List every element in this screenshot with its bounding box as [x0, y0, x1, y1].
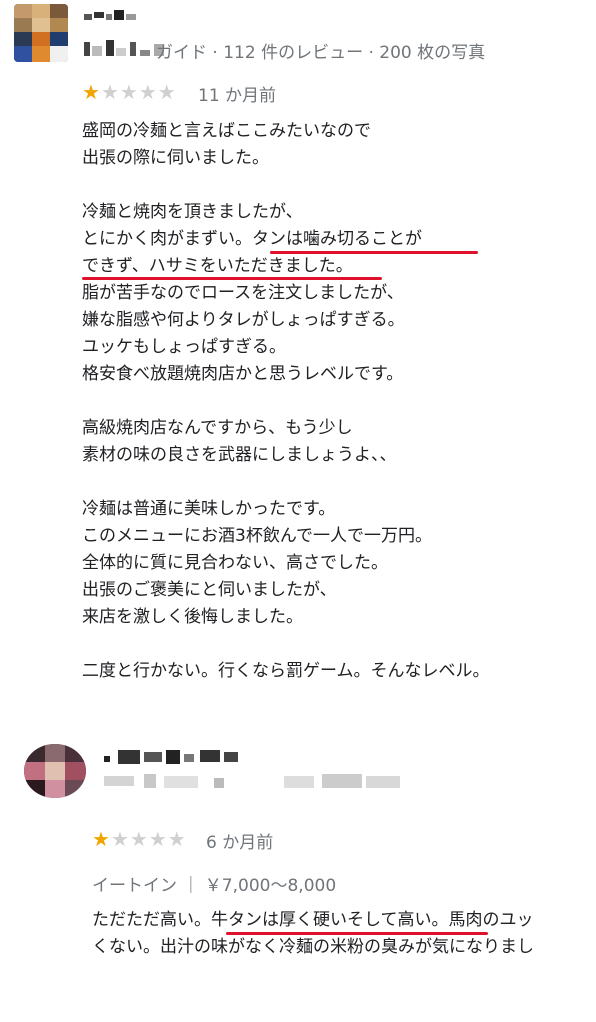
star-icon-empty: ★ — [129, 827, 148, 851]
review-line: 盛岡の冷麺と言えばここみたいなので — [82, 121, 371, 141]
service-price-info: イートイン ｜ ￥7,000～8,000 — [92, 876, 337, 896]
review-line: このメニューにお酒3杯飲んで一人で一万円。 — [82, 526, 432, 546]
star-rating: ★ ★ ★ ★ ★ — [82, 82, 176, 102]
review-blank-line — [82, 388, 582, 415]
highlight-underline — [226, 932, 488, 935]
review-line: 格安食べ放題焼肉店かと思うレベルです。 — [82, 364, 404, 384]
review-text: 盛岡の冷麺と言えばここみたいなので 出張の際に伺いました。 冷麺と焼肉を頂きまし… — [82, 118, 582, 685]
review-line: 嫌な脂感や何よりタレがしょっぱすぎる。 — [82, 310, 405, 330]
star-icon-empty: ★ — [138, 80, 157, 104]
review-line: ただただ高い。牛タンは厚く硬いそして高い。馬肉のユッ — [92, 910, 534, 930]
review-blank-line — [82, 172, 582, 199]
review-line: 冷麺は普通に美味しかったです。 — [82, 499, 336, 519]
review-line: くない。出汁の味がなく冷麺の米粉の臭みが気になりまし — [92, 937, 534, 957]
review-line: 二度と行かない。行くなら罰ゲーム。そんなレベル。 — [82, 661, 490, 681]
review-time: 11 か月前 — [198, 86, 277, 106]
star-icon-empty: ★ — [100, 80, 119, 104]
reviewer-name-redacted[interactable] — [104, 748, 244, 766]
review-blank-line — [82, 631, 582, 658]
review-line: 来店を激しく後悔しました。 — [82, 607, 303, 627]
reviewer-avatar[interactable] — [14, 4, 68, 62]
reviewer-name-redacted[interactable] — [84, 8, 144, 22]
star-icon-empty: ★ — [119, 80, 138, 104]
star-icon-empty: ★ — [157, 80, 176, 104]
review-line: 素材の味の良さを武器にしましょうよ、、 — [82, 445, 397, 465]
star-rating: ★ ★ ★ ★ ★ — [92, 829, 186, 849]
reviewer-subtitle-redacted — [104, 774, 404, 790]
reviewer-subtitle: ガイド · 112 件のレビュー · 200 枚の写真 — [156, 43, 486, 63]
star-icon-filled: ★ — [92, 827, 110, 851]
star-icon-empty: ★ — [110, 827, 129, 851]
review-line: とにかく肉がまずい。タンは噛み切ることが — [82, 229, 422, 249]
star-icon-empty: ★ — [148, 827, 167, 851]
review-line: できず、ハサミをいただきました。 — [82, 256, 353, 276]
review-line: 出張のご褒美にと伺いましたが、 — [82, 580, 337, 600]
review-line: 全体的に質に見合わない、高さでした。 — [82, 553, 388, 573]
review-line: 脂が苦手なのでロースを注文しましたが、 — [82, 283, 404, 303]
review-line: ユッケもしょっぱすぎる。 — [82, 337, 286, 357]
review-blank-line — [82, 469, 582, 496]
highlight-underline — [82, 277, 382, 280]
review-line: 出張の際に伺いました。 — [82, 148, 269, 168]
review-line: 冷麺と焼肉を頂きましたが、 — [82, 202, 303, 222]
star-icon-filled: ★ — [82, 80, 100, 104]
review-time: 6 か月前 — [206, 833, 274, 853]
review-line: 高級焼肉店なんですから、もう少し — [82, 418, 353, 438]
highlight-underline — [270, 251, 478, 254]
reviewer-avatar[interactable] — [24, 744, 86, 798]
star-icon-empty: ★ — [167, 827, 186, 851]
